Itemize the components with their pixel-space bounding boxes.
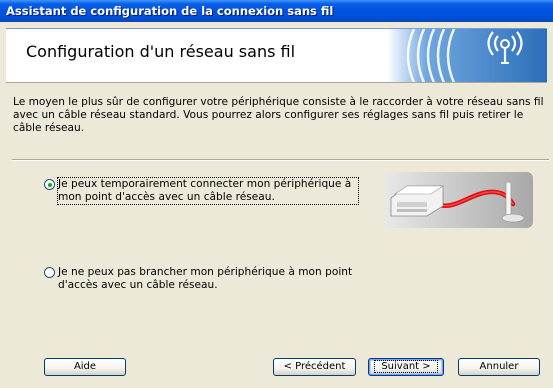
next-button[interactable]: Suivant > <box>368 358 444 376</box>
wireless-signal-icon <box>387 29 547 82</box>
back-button[interactable]: < Précédent <box>273 358 356 376</box>
window-title: Assistant de configuration de la connexi… <box>6 4 334 18</box>
title-bar[interactable]: Assistant de configuration de la connexi… <box>0 0 553 22</box>
option-cable-unavailable-label[interactable]: Je ne peux pas brancher mon périphérique… <box>58 266 358 292</box>
radio-cable-available[interactable] <box>44 179 55 190</box>
next-button-label: Suivant > <box>374 360 438 373</box>
option-cable-available[interactable]: Je peux temporairement connecter mon pér… <box>44 177 359 205</box>
help-button[interactable]: Aide <box>44 358 126 376</box>
page-title: Configuration d'un réseau sans fil <box>26 42 296 61</box>
option-cable-unavailable[interactable]: Je ne peux pas brancher mon périphérique… <box>44 266 358 292</box>
cancel-button[interactable]: Annuler <box>458 358 540 376</box>
intro-text: Le moyen le plus sûr de configurer votre… <box>13 96 544 134</box>
wizard-header: Configuration d'un réseau sans fil <box>6 28 547 83</box>
separator <box>12 159 549 161</box>
radio-selected-dot <box>47 182 52 187</box>
radio-cable-unavailable[interactable] <box>44 267 55 278</box>
wizard-window: Assistant de configuration de la connexi… <box>0 0 553 388</box>
option-cable-available-label[interactable]: Je peux temporairement connecter mon pér… <box>57 177 359 205</box>
printer-cable-access-point-icon <box>385 172 533 228</box>
